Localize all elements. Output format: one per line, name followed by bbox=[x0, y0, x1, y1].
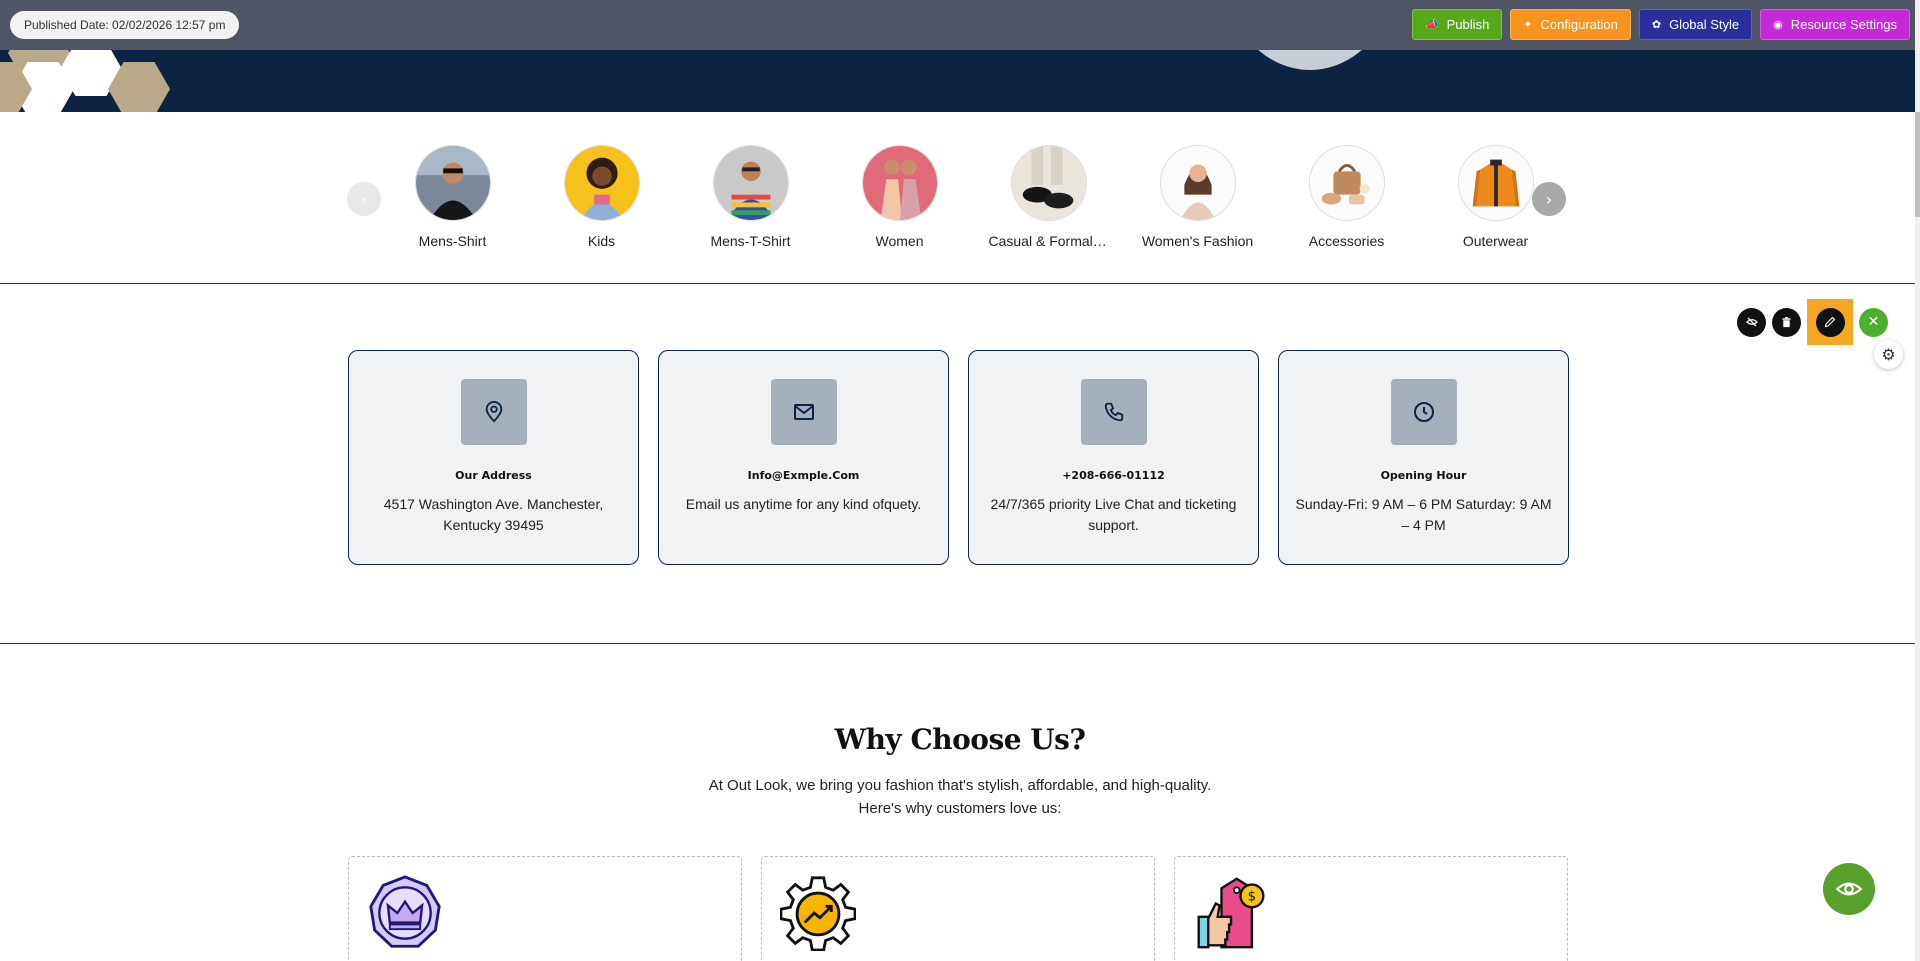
category-image bbox=[563, 145, 640, 221]
global-style-button-label: Global Style bbox=[1669, 17, 1740, 32]
subtitle-line: At Out Look, we bring you fashion that's… bbox=[708, 777, 1212, 794]
contact-info-section[interactable]: ✕ ⚙ Our Address 4517 Washington Ave. Man… bbox=[0, 285, 1920, 644]
card-text: Sunday-Fri: 9 AM – 6 PM Saturday: 9 AM –… bbox=[1295, 496, 1552, 533]
mail-icon bbox=[770, 379, 837, 445]
category-item[interactable]: Mens-T-Shirt bbox=[676, 145, 825, 249]
category-label: Outerwear bbox=[1462, 233, 1529, 249]
svg-text:$: $ bbox=[1248, 890, 1256, 905]
page-scrollbar[interactable] bbox=[1915, 0, 1920, 961]
preview-button[interactable] bbox=[1823, 863, 1875, 915]
card-title: Our Address bbox=[455, 469, 532, 482]
category-image bbox=[414, 145, 491, 221]
slider-next-button[interactable]: › bbox=[1532, 182, 1566, 216]
subtitle-line: Here's why customers love us: bbox=[858, 800, 1062, 817]
category-item[interactable]: Women bbox=[825, 145, 974, 249]
configuration-button-label: Configuration bbox=[1540, 17, 1618, 32]
category-image bbox=[1457, 145, 1534, 221]
category-slider: ‹ Mens-Shirt Kids Mens-T-Shirt Women Cas… bbox=[0, 112, 1920, 284]
chevron-right-icon: › bbox=[1545, 189, 1553, 209]
trash-icon bbox=[1782, 316, 1791, 327]
category-list: Mens-Shirt Kids Mens-T-Shirt Women Casua… bbox=[378, 145, 1570, 249]
publish-button[interactable]: 📣 Publish bbox=[1411, 9, 1503, 40]
category-item[interactable]: Women's Fashion bbox=[1123, 145, 1272, 249]
category-item[interactable]: Accessories bbox=[1272, 145, 1421, 249]
map-pin-icon bbox=[460, 379, 527, 445]
globe-icon: ◉ bbox=[1773, 19, 1783, 31]
card-title: Info@Exmple.Com bbox=[747, 469, 860, 482]
publish-button-label: Publish bbox=[1446, 17, 1490, 32]
category-item[interactable]: Mens-Shirt bbox=[378, 145, 527, 249]
chevron-left-icon: ‹ bbox=[360, 189, 368, 209]
feature-cards: $ bbox=[348, 856, 1568, 961]
category-label: Women bbox=[875, 233, 924, 249]
contact-cards: Our Address 4517 Washington Ave. Manches… bbox=[348, 350, 1569, 565]
editor-topbar: Published Date: 02/02/2026 12:57 pm 📣 Pu… bbox=[0, 0, 1920, 50]
contact-card-address: Our Address 4517 Washington Ave. Manches… bbox=[348, 350, 639, 565]
card-title: +208-666-01112 bbox=[1062, 469, 1165, 482]
price-tag-thumbs-up-icon: $ bbox=[1197, 877, 1265, 949]
phone-icon bbox=[1080, 379, 1147, 445]
category-label: Women's Fashion bbox=[1141, 233, 1254, 249]
category-label: Mens-T-Shirt bbox=[710, 233, 791, 249]
palette-icon: ✿ bbox=[1651, 19, 1662, 31]
delete-section-button[interactable] bbox=[1772, 307, 1801, 337]
eye-icon bbox=[1836, 882, 1862, 896]
slider-prev-button[interactable]: ‹ bbox=[347, 182, 381, 216]
gear-growth-icon bbox=[780, 876, 856, 951]
category-image bbox=[861, 145, 938, 221]
topbar-actions: 📣 Publish ✦ Configuration ✿ Global Style… bbox=[1411, 9, 1910, 40]
feature-card bbox=[348, 856, 742, 961]
category-item[interactable]: Casual & Formal Shoes bbox=[974, 145, 1123, 249]
clock-icon bbox=[1390, 379, 1457, 445]
category-label: Casual & Formal Shoes bbox=[988, 233, 1109, 249]
published-date-badge: Published Date: 02/02/2026 12:57 pm bbox=[10, 11, 240, 39]
sparkle-icon: ✦ bbox=[1523, 19, 1533, 31]
crown-badge-icon bbox=[369, 875, 441, 948]
megaphone-icon: 📣 bbox=[1424, 19, 1439, 31]
eye-slash-icon bbox=[1745, 317, 1758, 327]
configuration-button[interactable]: ✦ Configuration bbox=[1510, 9, 1631, 40]
category-label: Accessories bbox=[1308, 233, 1385, 249]
feature-card bbox=[761, 856, 1155, 961]
card-text: 24/7/365 priority Live Chat and ticketin… bbox=[990, 496, 1237, 533]
feature-card: $ bbox=[1174, 856, 1568, 961]
section-subtitle: At Out Look, we bring you fashion that's… bbox=[0, 774, 1920, 820]
contact-card-email: Info@Exmple.Com Email us anytime for any… bbox=[658, 350, 949, 565]
scrollbar-thumb[interactable] bbox=[1915, 112, 1920, 217]
category-image bbox=[1010, 145, 1087, 221]
close-icon: ✕ bbox=[1867, 314, 1880, 330]
card-text: Email us anytime for any kind ofquety. bbox=[685, 496, 922, 512]
global-style-button[interactable]: ✿ Global Style bbox=[1638, 9, 1753, 40]
card-title: Opening Hour bbox=[1380, 469, 1467, 482]
gear-icon: ⚙ bbox=[1881, 345, 1896, 364]
section-title: Why Choose Us? bbox=[834, 723, 1086, 756]
hide-section-button[interactable] bbox=[1737, 307, 1766, 337]
contact-card-phone: +208-666-01112 24/7/365 priority Live Ch… bbox=[968, 350, 1259, 565]
category-label: Kids bbox=[587, 233, 616, 249]
category-image bbox=[1308, 145, 1385, 221]
section-settings-button[interactable]: ⚙ bbox=[1874, 340, 1903, 369]
category-item[interactable]: Kids bbox=[527, 145, 676, 249]
category-image bbox=[1159, 145, 1236, 221]
edit-section-button[interactable] bbox=[1807, 299, 1853, 345]
why-choose-us-section: Why Choose Us? At Out Look, we bring you… bbox=[0, 645, 1920, 961]
card-text: 4517 Washington Ave. Manchester, Kentuck… bbox=[383, 496, 604, 533]
pencil-icon-wrap bbox=[1815, 307, 1845, 337]
category-image bbox=[712, 145, 789, 221]
pencil-icon bbox=[1824, 316, 1836, 328]
category-label: Mens-Shirt bbox=[418, 233, 487, 249]
section-edit-toolbar: ✕ bbox=[1737, 299, 1888, 345]
resource-settings-button[interactable]: ◉ Resource Settings bbox=[1760, 9, 1910, 40]
close-section-button[interactable]: ✕ bbox=[1859, 307, 1888, 337]
contact-card-hours: Opening Hour Sunday-Fri: 9 AM – 6 PM Sat… bbox=[1278, 350, 1569, 565]
resource-settings-button-label: Resource Settings bbox=[1790, 17, 1897, 32]
